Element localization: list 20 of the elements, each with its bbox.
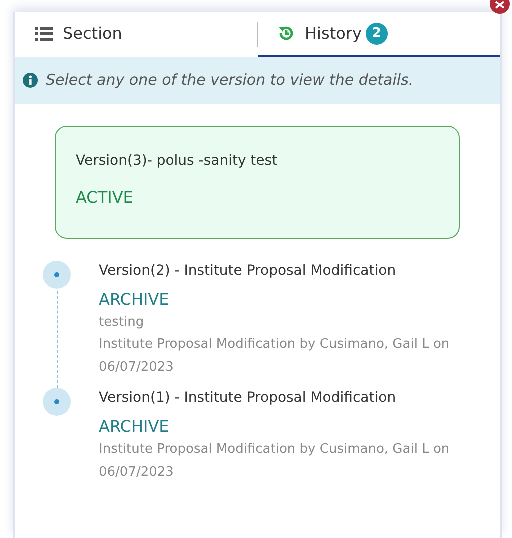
close-icon[interactable] <box>490 0 510 14</box>
version-comment: testing <box>99 314 146 332</box>
info-icon <box>23 72 38 88</box>
version-card[interactable]: Version(3)- polus -sanity test ACTIVE <box>55 126 460 238</box>
timeline-dot-icon[interactable] <box>43 260 71 288</box>
count-badge: 2 <box>366 22 388 44</box>
version-title: Version(2) - Institute Proposal Modification <box>99 262 398 280</box>
version-meta: Institute Proposal Modification by Cusimano, Gail L on 06/07/2023 <box>99 336 451 377</box>
version-title: Version(1) - Institute Proposal Modification <box>99 388 398 408</box>
version-status: ARCHIVE <box>99 288 170 310</box>
version-title: Version(3)- polus -sanity test <box>76 152 279 170</box>
timeline-dot-icon[interactable] <box>43 388 71 416</box>
info-message: Select any one of the version to view the details. <box>46 70 414 91</box>
version-status: ACTIVE <box>76 186 134 208</box>
tab[interactable]: Section <box>15 12 257 57</box>
history-icon <box>278 25 295 42</box>
version-status: ARCHIVE <box>99 416 170 438</box>
tab[interactable]: History 2 <box>258 12 500 57</box>
version-meta: Institute Proposal Modification by Cusimano, Gail L on 06/07/2023 <box>99 440 451 482</box>
list-icon <box>35 26 53 40</box>
